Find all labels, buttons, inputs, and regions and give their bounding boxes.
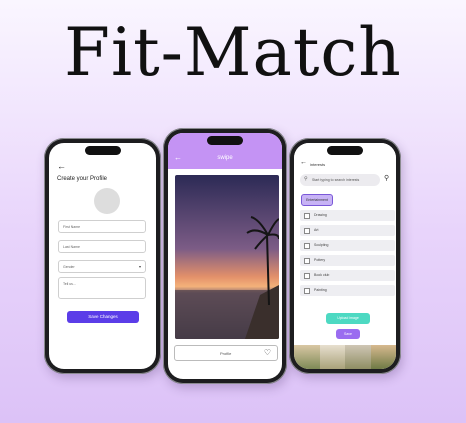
list-item-label: Art <box>314 228 319 232</box>
app-title: Fit-Match <box>64 14 402 91</box>
chevron-down-icon: ▾ <box>138 264 141 269</box>
phone-notch <box>327 146 363 155</box>
swipe-screen: ← swipe Profile ♡ <box>168 133 282 379</box>
profile-action-bar[interactable]: Profile ♡ <box>174 345 278 361</box>
search-icon: ⚲ <box>304 176 308 182</box>
swipe-title: swipe <box>217 155 233 161</box>
thumbnail-image[interactable] <box>319 345 345 369</box>
checkbox[interactable] <box>304 213 310 219</box>
upload-image-button[interactable]: Upload image <box>326 313 370 324</box>
list-item[interactable]: Drawing <box>300 210 395 221</box>
list-item-label: Sculpting <box>314 243 329 247</box>
list-item[interactable]: Art <box>300 225 395 236</box>
gender-label: Gender <box>63 265 75 269</box>
list-item-label: Drawing <box>314 213 327 217</box>
save-changes-button[interactable]: Save Changes <box>67 311 139 323</box>
list-item[interactable]: Pottery <box>300 255 395 266</box>
interests-search-input[interactable]: ⚲ Start typing to search interests <box>300 174 380 186</box>
phone-swipe: ← swipe Profile ♡ <box>163 128 287 384</box>
avatar[interactable] <box>94 188 120 214</box>
interest-chip[interactable]: Entertainment <box>301 194 333 206</box>
interests-screen: ← interests ⚲ Start typing to search int… <box>294 143 396 369</box>
arrow-left-icon[interactable]: ← <box>300 159 307 166</box>
search-placeholder: Start typing to search interests <box>312 178 360 182</box>
heart-icon[interactable]: ♡ <box>264 348 271 357</box>
list-item-label: Pottery <box>314 258 326 262</box>
checkbox[interactable] <box>304 258 310 264</box>
list-item-label: Painting <box>314 288 327 292</box>
arrow-left-icon[interactable]: ← <box>57 161 66 171</box>
phone-notch <box>84 146 121 155</box>
profile-heading: Create your Profile <box>57 176 108 182</box>
sunset-beach-image <box>175 175 279 339</box>
phone-notch <box>207 136 243 145</box>
image-thumbnails <box>294 345 396 369</box>
profile-label: Profile <box>220 351 232 356</box>
checkbox[interactable] <box>304 228 310 234</box>
checkbox[interactable] <box>304 288 310 294</box>
save-button[interactable]: Save <box>336 329 360 339</box>
thumbnail-image[interactable] <box>370 345 396 369</box>
interests-title: interests <box>310 162 326 167</box>
list-item[interactable]: Painting <box>300 285 395 296</box>
list-item[interactable]: Book club <box>300 270 395 281</box>
phone-profile: ← Create your Profile First Name Last Na… <box>44 138 161 374</box>
last-name-field[interactable]: Last Name <box>58 240 146 253</box>
profile-screen: ← Create your Profile First Name Last Na… <box>49 143 156 369</box>
search-icon[interactable]: ⚲ <box>384 174 389 182</box>
list-item-label: Book club <box>314 273 330 277</box>
tell-us-field[interactable]: Tell us... <box>58 277 146 299</box>
first-name-field[interactable]: First Name <box>58 220 146 233</box>
phone-interests: ← interests ⚲ Start typing to search int… <box>289 138 401 374</box>
list-item[interactable]: Sculpting <box>300 240 395 251</box>
thumbnail-image[interactable] <box>345 345 371 369</box>
checkbox[interactable] <box>304 273 310 279</box>
checkbox[interactable] <box>304 243 310 249</box>
profile-photo[interactable] <box>175 175 279 339</box>
thumbnail-image[interactable] <box>294 345 320 369</box>
gender-select[interactable]: Gender ▾ <box>58 260 146 273</box>
